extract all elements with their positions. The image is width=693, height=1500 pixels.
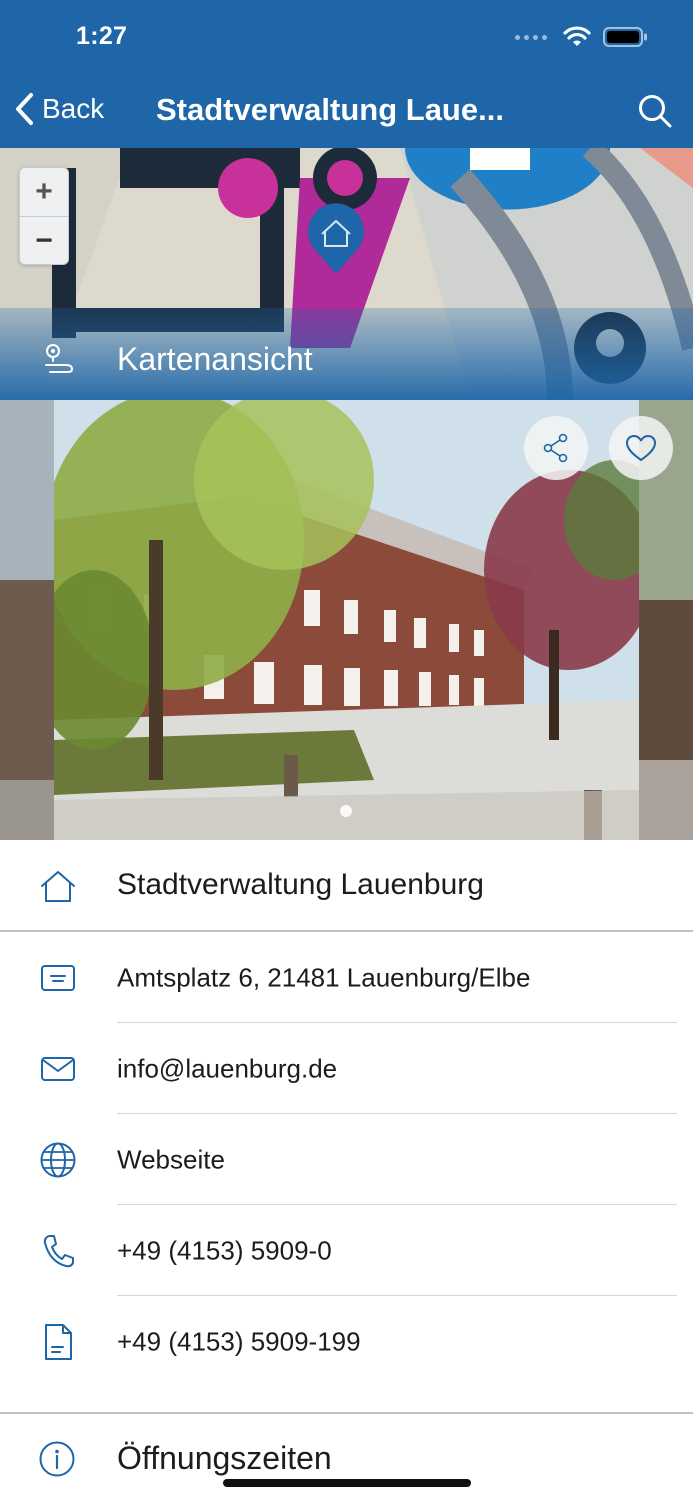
zoom-out-button[interactable]: −	[20, 216, 68, 264]
favorite-button[interactable]	[609, 416, 673, 480]
info-icon	[38, 1440, 76, 1483]
phone-icon	[38, 1231, 78, 1271]
map-caption-label: Kartenansicht	[117, 341, 313, 377]
zoom-controls: + −	[19, 167, 69, 265]
status-icons	[515, 26, 649, 48]
email-row[interactable]: info@lauenburg.de	[0, 1023, 693, 1114]
prev-photo-peek	[0, 400, 54, 840]
map-caption-bar[interactable]: Kartenansicht	[0, 308, 693, 400]
phone-row[interactable]: +49 (4153) 5909-0	[0, 1205, 693, 1296]
globe-icon	[38, 1140, 78, 1180]
back-label: Back	[42, 93, 105, 124]
photo-carousel[interactable]	[0, 400, 693, 840]
location-route-icon	[45, 344, 74, 373]
back-button[interactable]: Back	[14, 92, 104, 126]
address-text: Amtsplatz 6, 21481 Lauenburg/Elbe	[117, 962, 531, 992]
wifi-icon	[563, 26, 591, 46]
home-icon	[38, 866, 78, 906]
email-link[interactable]: info@lauenburg.de	[117, 1053, 337, 1084]
battery-icon	[603, 27, 647, 47]
chevron-left-icon	[16, 93, 33, 125]
contact-info-list: Stadtverwaltung Lauenburg Amtsplatz 6, 2…	[0, 840, 693, 1387]
phone-link[interactable]: +49 (4153) 5909-0	[117, 1235, 332, 1266]
place-name-row: Stadtverwaltung Lauenburg	[0, 840, 693, 932]
address-row[interactable]: Amtsplatz 6, 21481 Lauenburg/Elbe	[0, 932, 693, 1023]
carousel-page-indicator	[340, 805, 352, 817]
website-link[interactable]: Webseite	[117, 1144, 225, 1175]
website-row[interactable]: Webseite	[0, 1114, 693, 1205]
document-icon	[38, 1322, 78, 1362]
page-title: Stadtverwaltung Laue...	[156, 92, 504, 127]
zoom-in-button[interactable]: +	[20, 168, 68, 216]
search-icon	[639, 95, 672, 128]
signal-icon	[515, 34, 547, 40]
map-view[interactable]: + − Kartenansicht	[0, 148, 693, 400]
search-button[interactable]	[637, 93, 673, 134]
home-pin-icon[interactable]	[305, 202, 367, 276]
fax-row[interactable]: +49 (4153) 5909-199	[0, 1296, 693, 1387]
fax-text: +49 (4153) 5909-199	[117, 1326, 361, 1356]
opening-hours-label: Öffnungszeiten	[117, 1440, 332, 1476]
heart-icon	[626, 435, 656, 461]
app-header: 1:27 Back Stadtverwaltung Laue...	[0, 0, 693, 148]
address-card-icon	[38, 958, 78, 998]
home-indicator[interactable]	[223, 1479, 471, 1487]
share-button[interactable]	[524, 416, 588, 480]
share-icon	[543, 433, 568, 463]
place-name: Stadtverwaltung Lauenburg	[117, 868, 484, 901]
envelope-icon	[38, 1049, 78, 1089]
status-time: 1:27	[76, 22, 128, 50]
